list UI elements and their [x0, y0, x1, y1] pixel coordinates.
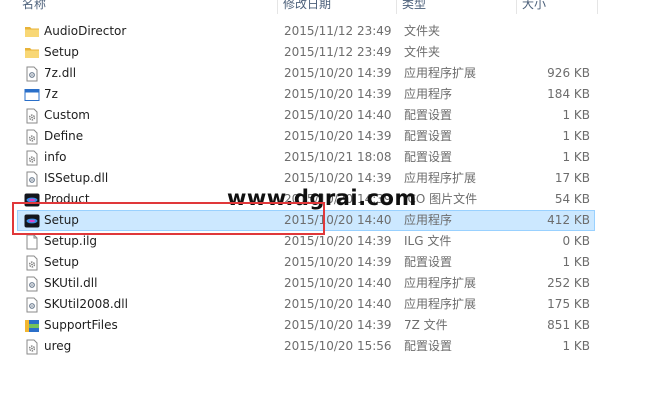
settings-file-icon	[24, 129, 40, 145]
dll-file-icon	[24, 276, 40, 292]
file-name: SKUtil.dll	[44, 276, 98, 290]
file-row[interactable]: info 2015/10/21 18:08 配置设置 1 KB	[17, 147, 595, 168]
column-divider[interactable]	[597, 0, 598, 14]
file-type: 配置设置	[404, 150, 453, 164]
file-type: 7Z 文件	[404, 318, 448, 332]
archive-icon	[24, 318, 40, 334]
file-row[interactable]: Custom 2015/10/20 14:40 配置设置 1 KB	[17, 105, 595, 126]
dll-file-icon	[24, 297, 40, 313]
file-size: 926 KB	[547, 66, 590, 80]
file-row[interactable]: ureg 2015/10/20 15:56 配置设置 1 KB	[17, 336, 595, 357]
file-size: 851 KB	[547, 318, 590, 332]
file-size: 184 KB	[547, 87, 590, 101]
file-date: 2015/10/20 14:39	[284, 66, 392, 80]
file-row[interactable]: AudioDirector 2015/11/12 23:49 文件夹	[17, 21, 595, 42]
file-name: Define	[44, 129, 84, 143]
file-date: 2015/10/20 14:40	[284, 108, 392, 122]
file-name: 7z	[44, 87, 58, 101]
file-size: 175 KB	[547, 297, 590, 311]
blank-file-icon	[24, 234, 40, 250]
file-type: 应用程序扩展	[404, 276, 477, 290]
file-type: ILG 文件	[404, 234, 452, 248]
file-row[interactable]: SKUtil.dll 2015/10/20 14:40 应用程序扩展 252 KB	[17, 273, 595, 294]
file-type: 配置设置	[404, 108, 453, 122]
file-size: 1 KB	[562, 339, 590, 353]
folder-icon	[24, 24, 40, 40]
file-row[interactable]: SKUtil2008.dll 2015/10/20 14:40 应用程序扩展 175 …	[17, 294, 595, 315]
file-type: 配置设置	[404, 339, 453, 353]
file-type: 应用程序扩展	[404, 297, 477, 311]
file-type: 配置设置	[404, 255, 453, 269]
settings-file-icon	[24, 150, 40, 166]
file-type: 配置设置	[404, 129, 453, 143]
column-divider[interactable]	[277, 0, 278, 14]
file-date: 2015/10/21 18:08	[284, 150, 392, 164]
file-row[interactable]: SupportFiles 2015/10/20 14:39 7Z 文件 851 KB	[17, 315, 595, 336]
exe-window-icon	[24, 87, 40, 103]
file-name: AudioDirector	[44, 24, 127, 38]
file-name: Setup	[44, 255, 79, 269]
file-size: 1 KB	[562, 150, 590, 164]
file-name: ISSetup.dll	[44, 171, 109, 185]
file-date: 2015/10/20 14:40	[284, 297, 392, 311]
file-type: 文件夹	[404, 24, 441, 38]
file-size: 1 KB	[562, 255, 590, 269]
file-size: 412 KB	[547, 213, 590, 227]
dll-file-icon	[24, 66, 40, 82]
file-date: 2015/10/20 15:56	[284, 339, 392, 353]
file-date: 2015/11/12 23:49	[284, 45, 392, 59]
column-divider[interactable]	[516, 0, 517, 14]
file-name: ureg	[44, 339, 72, 353]
column-header-date[interactable]: 修改日期	[283, 0, 331, 14]
column-header: 名称 修改日期 类型 大小	[0, 0, 655, 14]
file-size: 17 KB	[554, 171, 590, 185]
column-header-type[interactable]: 类型	[402, 0, 426, 14]
file-row[interactable]: Define 2015/10/20 14:39 配置设置 1 KB	[17, 126, 595, 147]
column-header-size[interactable]: 大小	[522, 0, 546, 14]
column-divider[interactable]	[396, 0, 397, 14]
file-size: 252 KB	[547, 276, 590, 290]
file-size: 0 KB	[562, 234, 590, 248]
file-name: 7z.dll	[44, 66, 77, 80]
file-name: Setup	[44, 45, 79, 59]
file-size: 1 KB	[562, 129, 590, 143]
file-row[interactable]: Setup 2015/11/12 23:49 文件夹	[17, 42, 595, 63]
file-type: 应用程序	[404, 87, 453, 101]
file-date: 2015/10/20 14:39	[284, 87, 392, 101]
file-date: 2015/10/20 14:39	[284, 318, 392, 332]
settings-file-icon	[24, 339, 40, 355]
file-name: SupportFiles	[44, 318, 118, 332]
file-size: 54 KB	[554, 192, 590, 206]
file-row[interactable]: 7z.dll 2015/10/20 14:39 应用程序扩展 926 KB	[17, 63, 595, 84]
highlight-box	[12, 202, 325, 235]
file-type: 应用程序扩展	[404, 66, 477, 80]
file-type: 应用程序	[404, 213, 453, 227]
file-row[interactable]: 7z 2015/10/20 14:39 应用程序 184 KB	[17, 84, 595, 105]
file-size: 1 KB	[562, 108, 590, 122]
settings-file-icon	[24, 255, 40, 271]
file-date: 2015/11/12 23:49	[284, 24, 392, 38]
settings-file-icon	[24, 108, 40, 124]
file-type: 文件夹	[404, 45, 441, 59]
file-date: 2015/10/20 14:40	[284, 276, 392, 290]
folder-icon	[24, 45, 40, 61]
column-header-name[interactable]: 名称	[22, 0, 46, 14]
file-name: SKUtil2008.dll	[44, 297, 128, 311]
file-name: Custom	[44, 108, 90, 122]
dll-file-icon	[24, 171, 40, 187]
file-date: 2015/10/20 14:39	[284, 255, 392, 269]
file-name: info	[44, 150, 67, 164]
file-date: 2015/10/20 14:39	[284, 129, 392, 143]
file-row[interactable]: Setup 2015/10/20 14:39 配置设置 1 KB	[17, 252, 595, 273]
